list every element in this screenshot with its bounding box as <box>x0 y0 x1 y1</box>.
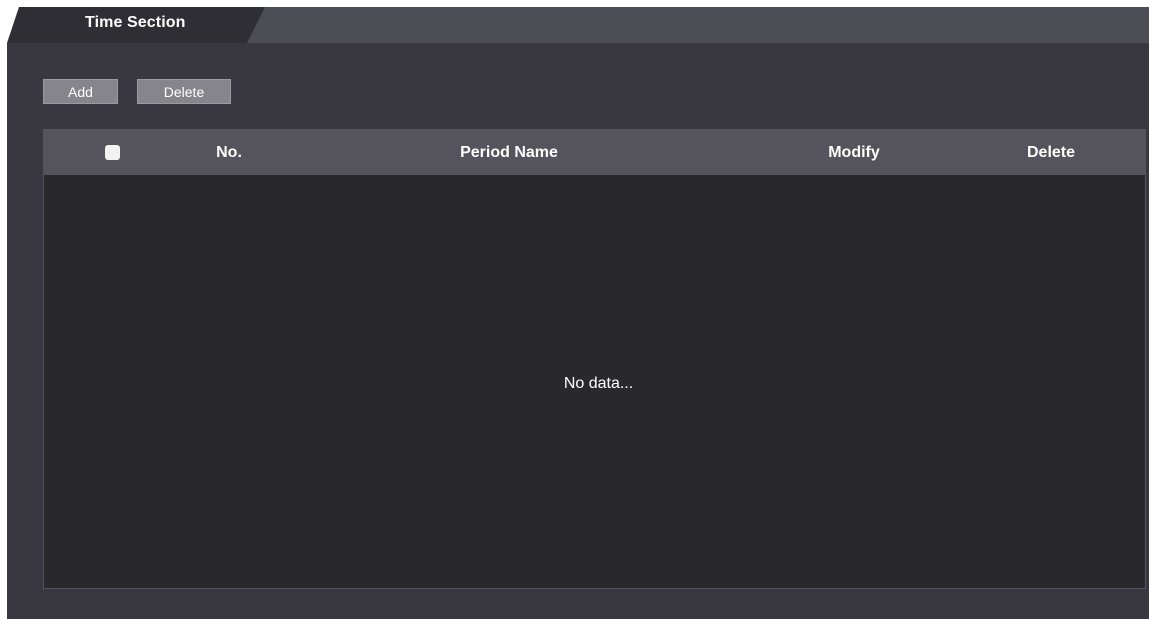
column-header-delete: Delete <box>1026 144 1076 161</box>
time-section-panel: Time Section Add Delete No. Period Name … <box>7 7 1149 619</box>
delete-button[interactable]: Delete <box>137 79 231 104</box>
tab-label: Time Section <box>85 14 186 31</box>
add-button[interactable]: Add <box>43 79 118 104</box>
column-header-modify: Modify <box>828 144 880 161</box>
tab-bar: Time Section <box>7 7 1149 43</box>
table-header: No. Period Name Modify Delete <box>44 130 1145 175</box>
column-header-period-name: Period Name <box>460 144 558 161</box>
select-all-checkbox[interactable] <box>105 145 120 160</box>
tab-time-section[interactable]: Time Section <box>7 7 265 43</box>
time-section-table: No. Period Name Modify Delete No data... <box>43 129 1146 589</box>
column-header-no: No. <box>216 144 242 161</box>
empty-state-text: No data... <box>563 375 634 392</box>
